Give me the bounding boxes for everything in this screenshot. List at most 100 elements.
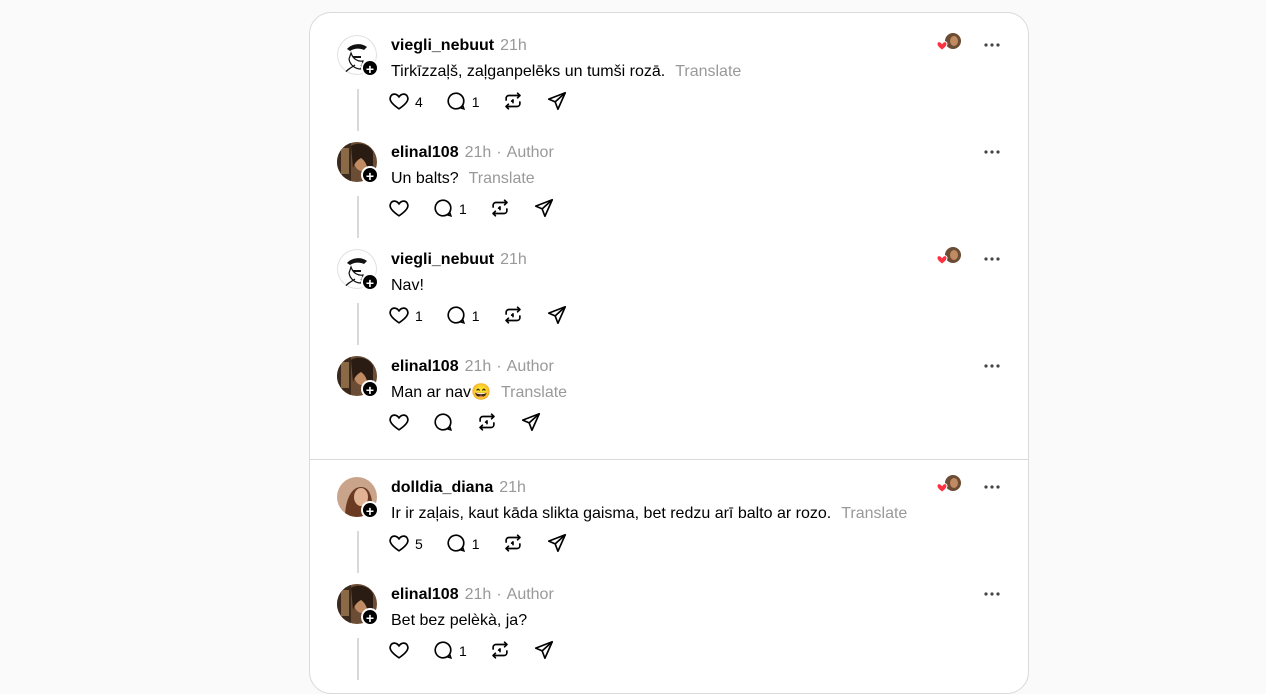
reply-count: 1	[471, 536, 480, 552]
username[interactable]: dolldia_diana	[391, 479, 493, 496]
avatar[interactable]: +	[337, 584, 379, 626]
follow-plus-icon[interactable]: +	[361, 166, 379, 184]
repost-button[interactable]	[502, 90, 524, 115]
share-button[interactable]	[546, 304, 568, 329]
comment-text: Nav!	[391, 277, 424, 294]
thread-line	[357, 531, 359, 573]
repost-button[interactable]	[489, 639, 511, 664]
timestamp[interactable]: 21h	[465, 144, 492, 161]
comment-icon	[445, 304, 467, 329]
follow-plus-icon[interactable]: +	[361, 501, 379, 519]
reply-button[interactable]: 1	[445, 304, 480, 329]
translate-link[interactable]: Translate	[501, 384, 567, 401]
username[interactable]: viegli_nebuut	[391, 37, 494, 54]
like-button[interactable]	[388, 411, 410, 436]
like-count: 4	[415, 94, 423, 110]
share-button[interactable]	[546, 90, 568, 115]
thread-line	[357, 303, 359, 345]
timestamp[interactable]: 21h	[499, 479, 526, 496]
heart-icon	[388, 90, 410, 115]
action-bar: 51	[388, 533, 590, 555]
thread-line	[357, 196, 359, 238]
author-badge: Author	[506, 358, 554, 375]
comment-icon	[432, 639, 454, 664]
separator-dot: ·	[496, 358, 502, 375]
comment-icon	[432, 197, 454, 222]
reply-button[interactable]: 1	[432, 639, 467, 664]
send-icon	[546, 532, 568, 557]
like-count: 5	[415, 536, 423, 552]
thread-card: + viegli_nebuut 21h Tirkīzzaļš, zaļganpelēk…	[309, 12, 1029, 694]
repost-button[interactable]	[502, 304, 524, 329]
more-button[interactable]	[982, 142, 1002, 162]
username[interactable]: viegli_nebuut	[391, 251, 494, 268]
avatar[interactable]: +	[337, 142, 379, 184]
repost-icon	[476, 411, 498, 436]
repost-button[interactable]	[476, 411, 498, 436]
more-icon	[982, 256, 1002, 273]
translate-link[interactable]: Translate	[841, 505, 907, 522]
reply-count: 1	[471, 94, 480, 110]
send-icon	[546, 304, 568, 329]
username[interactable]: elinal108	[391, 144, 459, 161]
like-button[interactable]: 1	[388, 304, 423, 329]
more-button[interactable]	[982, 356, 1002, 376]
like-button[interactable]	[388, 197, 410, 222]
reply-button[interactable]	[432, 411, 454, 436]
send-icon	[546, 90, 568, 115]
like-count: 1	[415, 308, 423, 324]
username[interactable]: elinal108	[391, 358, 459, 375]
action-bar: 11	[388, 305, 590, 327]
more-button[interactable]	[982, 35, 1002, 55]
repost-icon	[489, 639, 511, 664]
share-button[interactable]	[546, 532, 568, 557]
reply-button[interactable]: 1	[445, 532, 480, 557]
reply-button[interactable]: 1	[432, 197, 467, 222]
share-button[interactable]	[533, 639, 555, 664]
action-bar: 1	[388, 640, 577, 662]
liked-by-author-indicator[interactable]	[934, 475, 964, 495]
like-button[interactable]: 4	[388, 90, 423, 115]
more-button[interactable]	[982, 584, 1002, 604]
follow-plus-icon[interactable]: +	[361, 273, 379, 291]
repost-button[interactable]	[502, 532, 524, 557]
thread-line	[357, 638, 359, 680]
thread-line	[357, 89, 359, 131]
action-bar: 1	[388, 198, 577, 220]
more-button[interactable]	[982, 249, 1002, 269]
more-icon	[982, 591, 1002, 608]
repost-icon	[489, 197, 511, 222]
author-badge: Author	[506, 144, 554, 161]
translate-link[interactable]: Translate	[675, 63, 741, 80]
reply-count: 1	[459, 201, 467, 217]
repost-icon	[502, 304, 524, 329]
avatar[interactable]: +	[337, 356, 379, 398]
comment-text: Bet bez pelèkà, ja?	[391, 612, 528, 629]
avatar[interactable]: +	[337, 477, 379, 519]
avatar[interactable]: +	[337, 249, 379, 291]
repost-button[interactable]	[489, 197, 511, 222]
translate-link[interactable]: Translate	[469, 170, 535, 187]
avatar[interactable]: +	[337, 35, 379, 77]
more-button[interactable]	[982, 477, 1002, 497]
share-button[interactable]	[533, 197, 555, 222]
heart-icon	[388, 532, 410, 557]
follow-plus-icon[interactable]: +	[361, 608, 379, 626]
liked-by-author-indicator[interactable]	[934, 247, 964, 267]
follow-plus-icon[interactable]: +	[361, 59, 379, 77]
follow-plus-icon[interactable]: +	[361, 380, 379, 398]
timestamp[interactable]: 21h	[465, 358, 492, 375]
like-button[interactable]	[388, 639, 410, 664]
comment-icon	[432, 411, 454, 436]
timestamp[interactable]: 21h	[465, 586, 492, 603]
reply-button[interactable]: 1	[445, 90, 480, 115]
timestamp[interactable]: 21h	[500, 37, 527, 54]
like-button[interactable]: 5	[388, 532, 423, 557]
author-badge: Author	[506, 586, 554, 603]
liked-by-author-indicator[interactable]	[934, 33, 964, 53]
username[interactable]: elinal108	[391, 586, 459, 603]
share-button[interactable]	[520, 411, 542, 436]
reply-count: 1	[471, 308, 480, 324]
timestamp[interactable]: 21h	[500, 251, 527, 268]
more-icon	[982, 363, 1002, 380]
